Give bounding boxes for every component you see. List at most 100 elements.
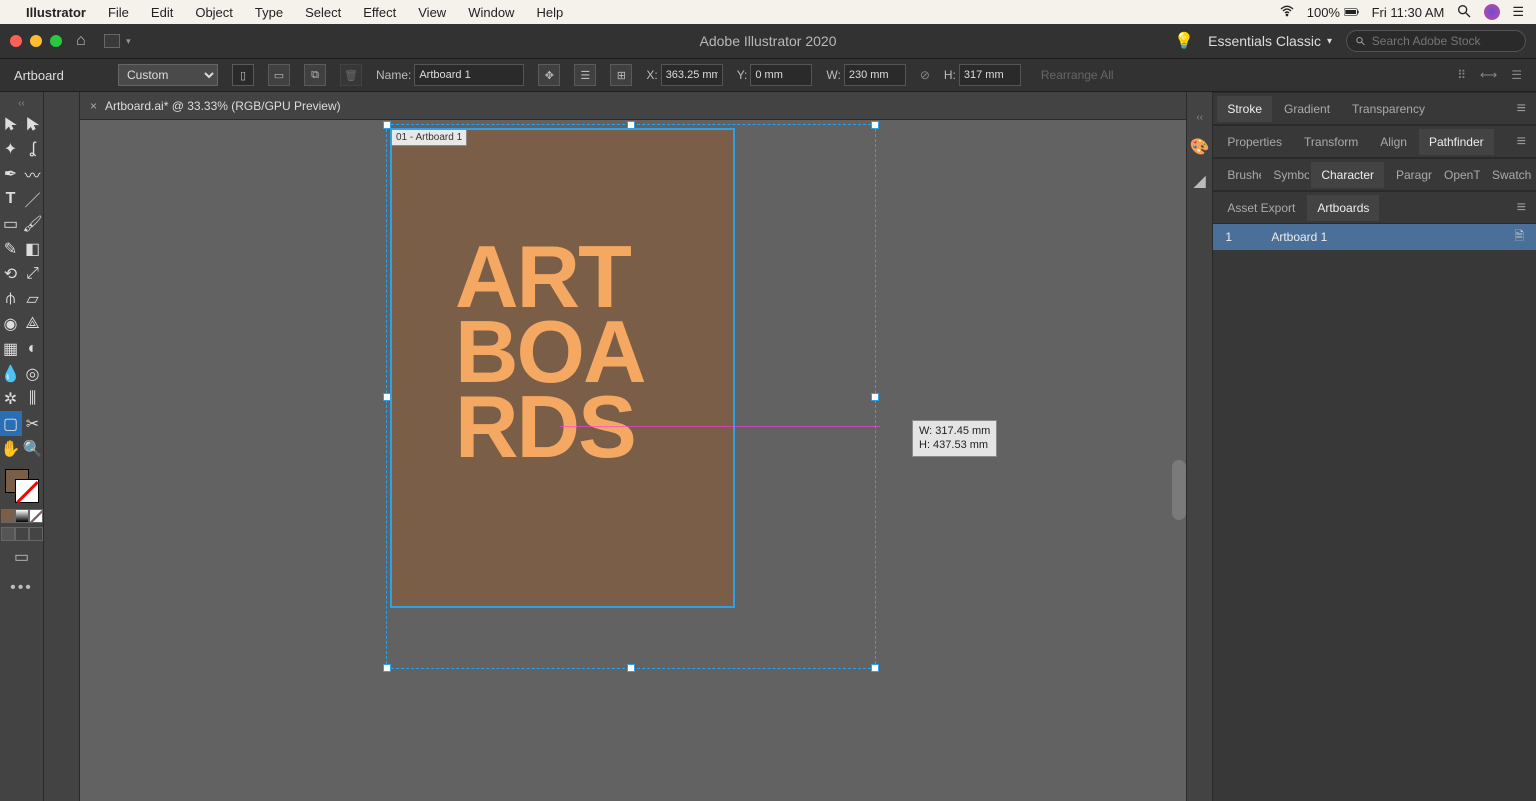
scale-tool[interactable]: ⤢ bbox=[22, 261, 44, 286]
artboard-list-row[interactable]: 1 Artboard 1 🗎 bbox=[1213, 224, 1536, 250]
magic-wand-tool[interactable]: ✦ bbox=[0, 136, 22, 161]
curvature-tool[interactable]: 〰 bbox=[22, 161, 44, 186]
panel-menu-4[interactable]: ≡ bbox=[1511, 199, 1532, 217]
arrange-documents[interactable] bbox=[104, 34, 120, 48]
home-button[interactable]: ⌂ bbox=[76, 32, 86, 50]
perspective-grid-tool[interactable]: ⟁ bbox=[22, 311, 44, 336]
handle-n[interactable] bbox=[627, 121, 635, 129]
tab-brushes[interactable]: Brushe bbox=[1217, 162, 1261, 188]
tab-character[interactable]: Character bbox=[1311, 162, 1384, 188]
panel-dock-collapse-icon[interactable]: ‹‹ bbox=[1196, 112, 1203, 123]
color-mode-color[interactable] bbox=[1, 509, 15, 523]
menu-effect[interactable]: Effect bbox=[355, 5, 404, 20]
window-zoom[interactable] bbox=[50, 35, 62, 47]
lasso-tool[interactable]: ʆ bbox=[22, 136, 44, 161]
document-tab[interactable]: × Artboard.ai* @ 33.33% (RGB/GPU Preview… bbox=[80, 92, 1186, 120]
pen-tool[interactable]: ✒ bbox=[0, 161, 22, 186]
tab-opentype[interactable]: OpenTy bbox=[1434, 162, 1480, 188]
h-input[interactable] bbox=[959, 64, 1021, 86]
blend-tool[interactable]: ◎ bbox=[22, 361, 44, 386]
screen-mode-button[interactable]: ▭ bbox=[14, 547, 29, 567]
toolbar-collapse-icon[interactable]: ‹‹ bbox=[18, 98, 25, 109]
menu-type[interactable]: Type bbox=[247, 5, 291, 20]
rearrange-all-button[interactable]: Rearrange All bbox=[1041, 68, 1114, 82]
gpu-indicator-icon[interactable]: 💡 bbox=[1174, 31, 1194, 51]
distribute-options-icon[interactable]: ⟷ bbox=[1480, 68, 1497, 82]
tab-transform[interactable]: Transform bbox=[1294, 129, 1368, 155]
orientation-landscape[interactable]: ▭ bbox=[268, 64, 290, 86]
draw-mode-inside[interactable] bbox=[29, 527, 43, 541]
move-artwork-toggle[interactable]: ✥ bbox=[538, 64, 560, 86]
menu-help[interactable]: Help bbox=[528, 5, 571, 20]
tab-properties[interactable]: Properties bbox=[1217, 129, 1292, 155]
color-mode-gradient[interactable] bbox=[15, 509, 29, 523]
window-minimize[interactable] bbox=[30, 35, 42, 47]
w-input[interactable] bbox=[844, 64, 906, 86]
tab-gradient[interactable]: Gradient bbox=[1274, 96, 1340, 122]
canvas[interactable]: 01 - Artboard 1 ART BOA RDS W: 317.45 mm bbox=[80, 120, 1186, 801]
tab-symbols[interactable]: Symbol bbox=[1263, 162, 1309, 188]
search-adobe-stock[interactable] bbox=[1346, 30, 1526, 52]
x-input[interactable] bbox=[661, 64, 723, 86]
tab-stroke[interactable]: Stroke bbox=[1217, 96, 1272, 122]
menu-edit[interactable]: Edit bbox=[143, 5, 181, 20]
menu-select[interactable]: Select bbox=[297, 5, 349, 20]
panel-menu-2[interactable]: ≡ bbox=[1511, 133, 1532, 151]
eyedropper-tool[interactable]: 💧 bbox=[0, 361, 22, 386]
tab-artboards[interactable]: Artboards bbox=[1307, 195, 1379, 221]
rotate-tool[interactable]: ⟲ bbox=[0, 261, 22, 286]
handle-nw[interactable] bbox=[383, 121, 391, 129]
color-mode-none[interactable] bbox=[29, 509, 43, 523]
menu-object[interactable]: Object bbox=[187, 5, 241, 20]
clock[interactable]: Fri 11:30 AM bbox=[1372, 5, 1445, 20]
shaper-tool[interactable]: ✎ bbox=[0, 236, 22, 261]
tab-paragraph[interactable]: Paragra bbox=[1386, 162, 1432, 188]
notification-center-icon[interactable]: ☰ bbox=[1512, 4, 1524, 20]
paintbrush-tool[interactable]: 🖌 bbox=[22, 211, 44, 236]
spotlight-icon[interactable] bbox=[1456, 3, 1472, 22]
reference-point-widget[interactable]: ⊞ bbox=[610, 64, 632, 86]
new-artboard-button[interactable]: ⧉ bbox=[304, 64, 326, 86]
type-tool[interactable]: T bbox=[0, 186, 22, 211]
color-panel-icon[interactable]: 🎨 bbox=[1190, 137, 1210, 157]
zoom-tool[interactable]: 🔍 bbox=[22, 436, 44, 461]
panel-menu-1[interactable]: ≡ bbox=[1511, 100, 1532, 118]
color-guide-panel-icon[interactable]: ◢ bbox=[1194, 171, 1206, 191]
tab-asset-export[interactable]: Asset Export bbox=[1217, 195, 1305, 221]
menu-file[interactable]: File bbox=[100, 5, 137, 20]
workspace-switcher[interactable]: Essentials Classic ▾ bbox=[1208, 33, 1332, 49]
draw-mode-behind[interactable] bbox=[15, 527, 29, 541]
window-close[interactable] bbox=[10, 35, 22, 47]
edit-toolbar-button[interactable]: ••• bbox=[10, 579, 33, 597]
slice-tool[interactable]: ✂ bbox=[22, 411, 44, 436]
tab-transparency[interactable]: Transparency bbox=[1342, 96, 1435, 122]
close-tab-icon[interactable]: × bbox=[90, 99, 97, 113]
artboard-preset-select[interactable]: Custom bbox=[118, 64, 218, 86]
y-input[interactable] bbox=[750, 64, 812, 86]
draw-mode-normal[interactable] bbox=[1, 527, 15, 541]
panel-menu-icon[interactable]: ☰ bbox=[1511, 68, 1522, 82]
rectangle-tool[interactable]: ▭ bbox=[0, 211, 22, 236]
link-wh-icon[interactable]: ⊘ bbox=[920, 68, 930, 82]
symbol-sprayer-tool[interactable]: ✲ bbox=[0, 386, 22, 411]
artboard-name-input[interactable] bbox=[414, 64, 524, 86]
menu-view[interactable]: View bbox=[410, 5, 454, 20]
artboard-options-icon[interactable]: 🗎 bbox=[1514, 227, 1524, 248]
eraser-tool[interactable]: ◧ bbox=[22, 236, 44, 261]
direct-selection-tool[interactable] bbox=[22, 111, 44, 136]
tab-swatches[interactable]: Swatche bbox=[1482, 162, 1532, 188]
width-tool[interactable]: ⫛ bbox=[0, 286, 22, 311]
tab-pathfinder[interactable]: Pathfinder bbox=[1419, 129, 1494, 155]
resize-marquee[interactable] bbox=[386, 124, 876, 669]
tab-align[interactable]: Align bbox=[1370, 129, 1417, 155]
wifi-icon[interactable] bbox=[1279, 3, 1295, 22]
handle-e[interactable] bbox=[871, 393, 879, 401]
siri-icon[interactable] bbox=[1484, 4, 1500, 20]
delete-artboard-button[interactable]: 🗑 bbox=[340, 64, 362, 86]
fill-stroke-swatches[interactable] bbox=[3, 467, 41, 505]
handle-w[interactable] bbox=[383, 393, 391, 401]
app-name[interactable]: Illustrator bbox=[18, 5, 94, 20]
gradient-tool[interactable]: ◐ bbox=[22, 336, 44, 361]
artboard-options-button[interactable]: ☰ bbox=[574, 64, 596, 86]
handle-sw[interactable] bbox=[383, 664, 391, 672]
